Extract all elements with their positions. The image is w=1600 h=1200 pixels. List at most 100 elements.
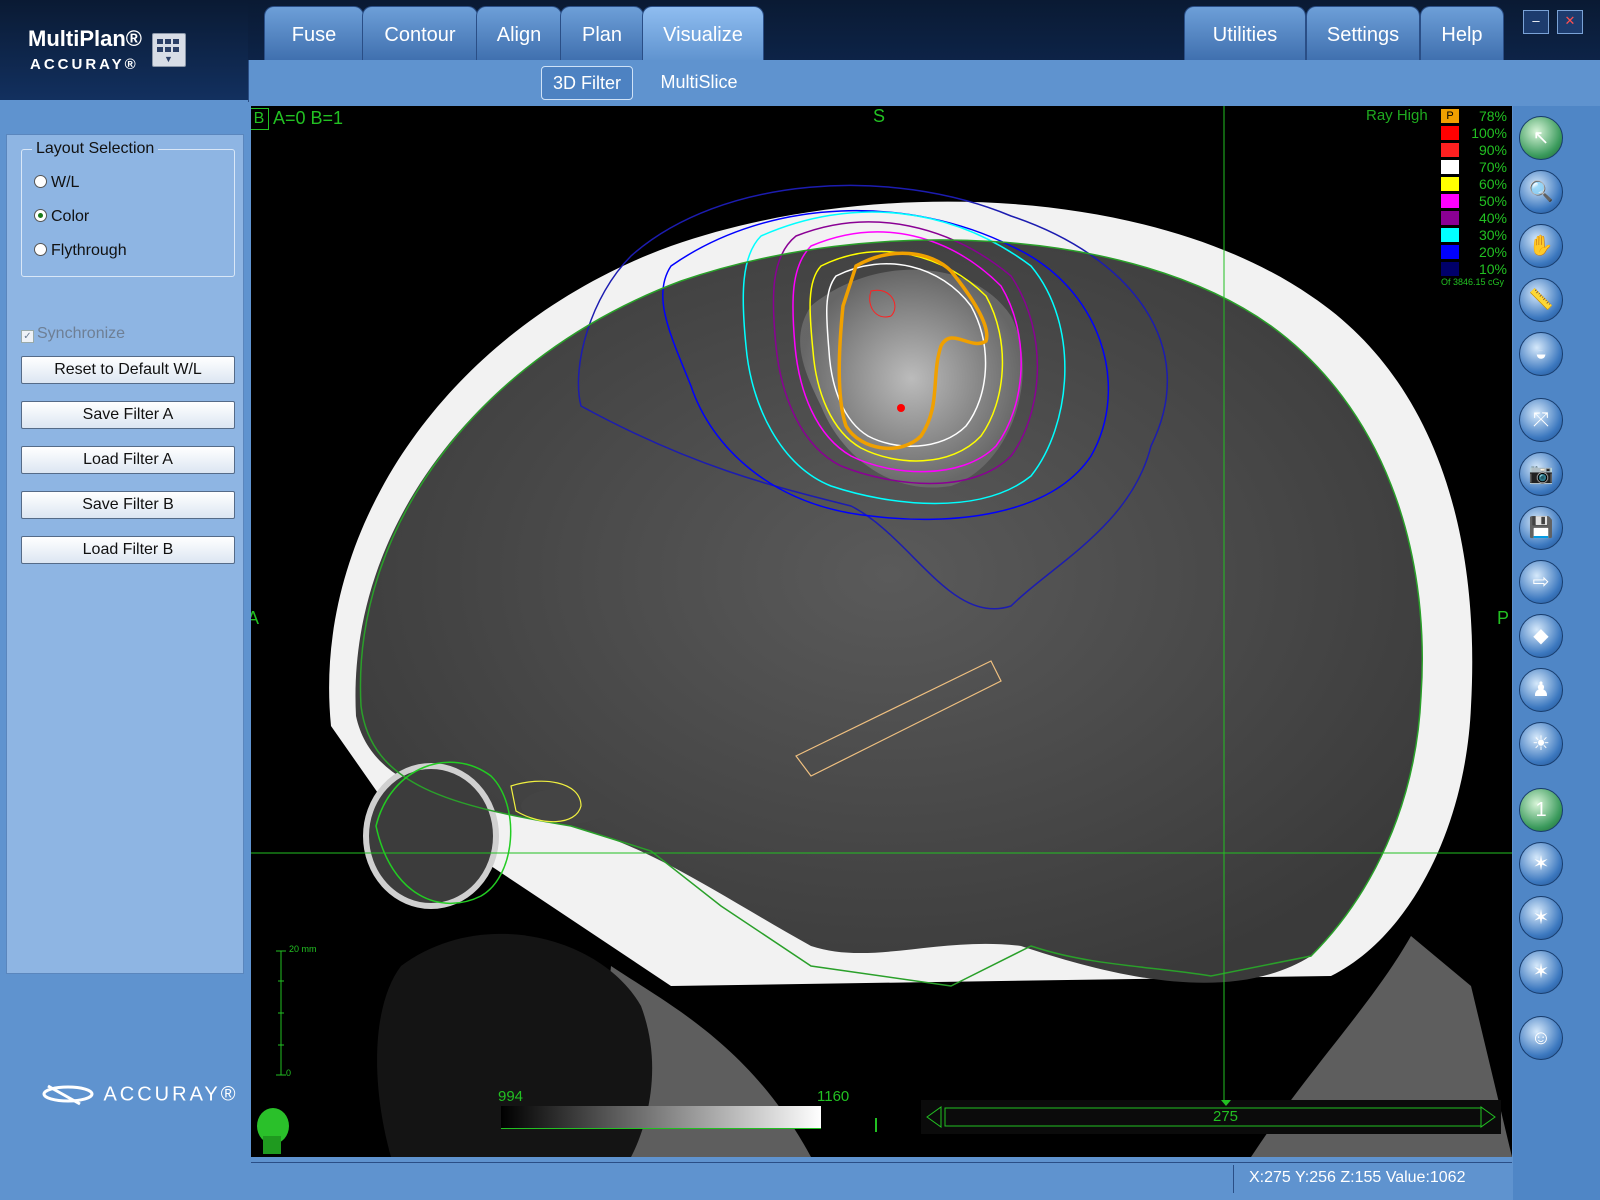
tab-label: Utilities: [1212, 24, 1278, 46]
accuray-logo: ACCURAY®: [40, 1080, 239, 1110]
subtab-multislice[interactable]: MultiSlice: [651, 66, 747, 98]
dose-level-label: 60%: [1478, 176, 1507, 192]
ray-quality-label: Ray High: [1366, 107, 1428, 124]
app-menu-icon[interactable]: ▼: [152, 33, 186, 67]
camera-icon[interactable]: 📷: [1519, 452, 1563, 496]
scale-label: 20 mm: [289, 944, 317, 954]
tab-utilities[interactable]: Utilities: [1184, 6, 1306, 61]
radio-wl[interactable]: W/L: [34, 174, 79, 192]
tab-settings[interactable]: Settings: [1306, 6, 1420, 61]
wl-max-label: 1160: [817, 1088, 850, 1105]
dose-legend-row: 90%: [1441, 142, 1507, 158]
reset-wl-button[interactable]: Reset to Default W/L: [21, 356, 235, 384]
filter-indicator: B: [251, 108, 269, 130]
tab-visualize[interactable]: Visualize: [642, 6, 764, 61]
radio-dot[interactable]: [34, 209, 47, 222]
tab-label: Visualize: [663, 24, 743, 46]
tab-label: Settings: [1326, 24, 1400, 46]
tab-contour[interactable]: Contour: [362, 6, 478, 61]
ct-viewer[interactable]: B A=0 B=1 S A P Ray High P 78% 100% 90% 70% 6…: [251, 106, 1512, 1157]
dose-legend-row: 20%: [1441, 244, 1507, 260]
radio-label: Flythrough: [51, 242, 127, 259]
slice-slider[interactable]: 275: [921, 1100, 1501, 1134]
dose-level-label: 100%: [1471, 125, 1507, 141]
ct-slice-image: [251, 106, 1512, 1157]
dose-color-swatch: [1441, 194, 1459, 208]
radio-color[interactable]: Color: [34, 208, 89, 226]
head-orientation-icon: [257, 1108, 289, 1154]
dose-color-swatch: [1441, 228, 1459, 242]
patient-icon[interactable]: ♟: [1519, 668, 1563, 712]
save-icon[interactable]: 💾: [1519, 506, 1563, 550]
minimize-button[interactable]: –: [1523, 10, 1549, 34]
tab-plan[interactable]: Plan: [560, 6, 644, 61]
close-button[interactable]: ✕: [1557, 10, 1583, 34]
tab-label: Contour: [384, 24, 456, 46]
radio-dot[interactable]: [34, 175, 47, 188]
radio-flythrough[interactable]: Flythrough: [34, 242, 127, 260]
select-arrow-icon[interactable]: ↖: [1519, 116, 1563, 160]
dose-level-label: 90%: [1478, 142, 1507, 158]
load-filter-b-button[interactable]: Load Filter B: [21, 536, 235, 564]
tab-label: Align: [496, 24, 542, 46]
beam-1-icon[interactable]: 1: [1519, 788, 1563, 832]
tab-label: Help: [1441, 24, 1483, 46]
synchronize-label: Synchronize: [37, 325, 126, 342]
ruler-icon[interactable]: 📏: [1519, 278, 1563, 322]
tab-label: Fuse: [291, 24, 337, 46]
dose-legend-row: 10%: [1441, 261, 1507, 277]
beam-4-icon[interactable]: ✶: [1519, 950, 1563, 994]
save-filter-a-button[interactable]: Save Filter A: [21, 401, 235, 429]
accuray-logo-text: ACCURAY®: [103, 1083, 239, 1106]
wl-marker[interactable]: [875, 1118, 877, 1132]
orientation-superior: S: [873, 106, 886, 126]
user-icon[interactable]: ☺: [1519, 1016, 1563, 1060]
pan-hand-icon[interactable]: ✋: [1519, 224, 1563, 268]
layout-selection-group: Layout Selection W/L Color Flythrough: [21, 140, 235, 277]
dose-level-label: 50%: [1478, 193, 1507, 209]
dose-legend-row: P 78%: [1441, 108, 1507, 124]
checkbox-box[interactable]: ✓: [21, 330, 34, 343]
light-icon[interactable]: ☀: [1519, 722, 1563, 766]
radio-label: W/L: [51, 174, 80, 191]
window-level-gradient[interactable]: [501, 1106, 821, 1129]
dose-color-swatch: [1441, 160, 1459, 174]
tab-help[interactable]: Help: [1420, 6, 1504, 61]
tab-fuse[interactable]: Fuse: [264, 6, 364, 61]
filter-values: A=0 B=1: [273, 108, 344, 128]
dose-color-swatch: [1441, 126, 1459, 140]
subtab-3d-filter[interactable]: 3D Filter: [541, 66, 633, 100]
dose-level-label: 30%: [1478, 227, 1507, 243]
slice-slider-track: [926, 1100, 1496, 1128]
accuray-logo-icon: [42, 1084, 94, 1106]
dose-legend-row: 100%: [1441, 125, 1507, 141]
zoom-icon[interactable]: 🔍: [1519, 170, 1563, 214]
radio-dot[interactable]: [34, 243, 47, 256]
dose-legend-row: 50%: [1441, 193, 1507, 209]
export-icon[interactable]: ⇨: [1519, 560, 1563, 604]
dose-color-swatch: P: [1441, 109, 1459, 123]
eraser-icon[interactable]: ◆: [1519, 614, 1563, 658]
load-filter-a-button[interactable]: Load Filter A: [21, 446, 235, 474]
dose-legend-row: 30%: [1441, 227, 1507, 243]
dose-level-label: 20%: [1478, 244, 1507, 260]
dose-level-label: 10%: [1478, 261, 1507, 277]
dose-color-swatch: [1441, 143, 1459, 157]
dose-legend-row: 60%: [1441, 176, 1507, 192]
dose-color-swatch: [1441, 211, 1459, 225]
tab-align[interactable]: Align: [476, 6, 562, 61]
dose-level-label: 70%: [1478, 159, 1507, 175]
synchronize-checkbox[interactable]: ✓ Synchronize: [21, 325, 125, 343]
fit-view-icon[interactable]: ⤧: [1519, 398, 1563, 442]
dose-reference: Of 3846.15 cGy: [1441, 277, 1505, 287]
orientation-anterior: A: [251, 608, 260, 628]
save-filter-b-button[interactable]: Save Filter B: [21, 491, 235, 519]
slice-number: 275: [1213, 1108, 1239, 1125]
beam-3-icon[interactable]: ✶: [1519, 896, 1563, 940]
beam-2-icon[interactable]: ✶: [1519, 842, 1563, 886]
dose-level-label: 78%: [1478, 108, 1507, 124]
window-level-icon[interactable]: ◒: [1519, 332, 1563, 376]
tool-bar: ↖ 🔍 ✋ 📏 ◒ ⤧ 📷 💾 ⇨ ◆ ♟ ☀ 1 ✶ ✶ ✶ ☺: [1513, 106, 1600, 1200]
dose-level-label: 40%: [1478, 210, 1507, 226]
company-name: ACCURAY®: [30, 56, 139, 73]
